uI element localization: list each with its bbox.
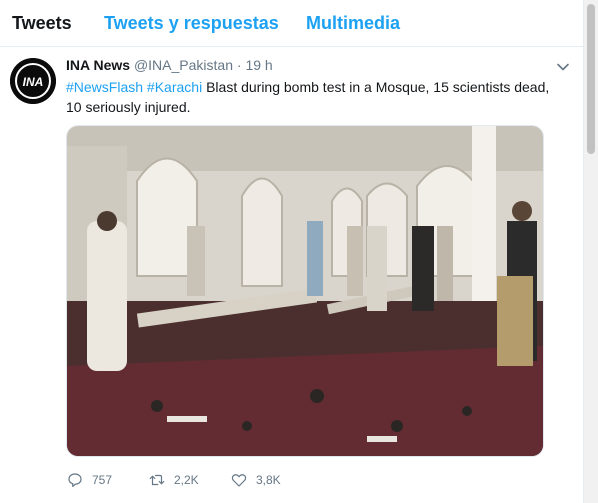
- mosque-blast-photo: [67, 126, 543, 456]
- reply-count: 757: [92, 473, 113, 487]
- tweet-text: #NewsFlash #Karachi Blast during bomb te…: [66, 77, 566, 117]
- heart-icon: [231, 474, 247, 487]
- svg-text:INA: INA: [23, 75, 44, 89]
- like-action[interactable]: 3,8K: [230, 470, 281, 490]
- scrollbar-thumb[interactable]: [587, 4, 595, 154]
- tab-tweets-replies[interactable]: Tweets y respuestas: [104, 13, 279, 34]
- ina-logo-icon: INA: [10, 58, 56, 104]
- timestamp[interactable]: 19 h: [245, 57, 272, 73]
- chevron-down-icon[interactable]: [555, 59, 571, 75]
- tab-tweets[interactable]: Tweets: [12, 13, 72, 34]
- reply-icon: [68, 473, 82, 487]
- retweet-icon: [149, 474, 165, 486]
- hashtag-karachi[interactable]: #Karachi: [147, 79, 202, 95]
- retweet-count: 2,2K: [174, 473, 199, 487]
- avatar[interactable]: INA: [10, 58, 56, 104]
- retweet-action[interactable]: 2,2K: [148, 470, 199, 490]
- separator-dot: ·: [236, 57, 242, 73]
- profile-timeline-panel: Tweets Tweets y respuestas Multimedia IN…: [0, 0, 584, 503]
- author-handle[interactable]: @INA_Pakistan: [134, 57, 233, 73]
- tweet-media-image[interactable]: [66, 125, 544, 457]
- tab-media[interactable]: Multimedia: [306, 13, 400, 34]
- author-name[interactable]: INA News: [66, 57, 130, 73]
- hashtag-newsflash[interactable]: #NewsFlash: [66, 79, 143, 95]
- tweet[interactable]: INA INA News @INA_Pakistan · 19 h #NewsF…: [0, 47, 583, 503]
- tweet-header: INA News @INA_Pakistan · 19 h: [66, 57, 273, 73]
- profile-tabs: Tweets Tweets y respuestas Multimedia: [0, 0, 583, 47]
- like-count: 3,8K: [256, 473, 281, 487]
- reply-action[interactable]: 757: [66, 470, 112, 490]
